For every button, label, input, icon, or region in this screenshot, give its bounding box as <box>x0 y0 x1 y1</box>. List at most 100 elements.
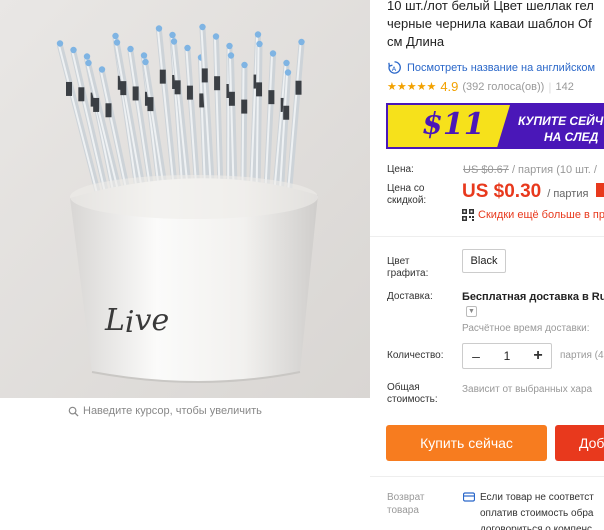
returns-label: Возврат товара <box>387 492 425 516</box>
refill-band <box>93 97 100 112</box>
minus-button[interactable]: – <box>469 348 483 364</box>
chevron-down-icon[interactable]: ▼ <box>466 306 477 317</box>
product-page: Live Наведите курсор, чтобы увеличить 10… <box>0 0 604 530</box>
total-label: Общая стоимость: <box>387 382 438 405</box>
refill-tip <box>269 50 277 57</box>
cup-lettering: Live <box>104 303 169 340</box>
quantity-label: Количество: <box>387 350 444 361</box>
qr-code-icon <box>462 209 474 221</box>
refill-band <box>174 80 181 95</box>
banner-text-line: НА СЛЕД <box>544 130 599 144</box>
product-title: 10 шт./лот белый Цвет шеллак гел черные … <box>387 0 604 51</box>
rating-row: ★★★★★ 4.9 (392 голоса(ов)) | 142 <box>387 79 574 94</box>
refill-band <box>105 103 112 118</box>
refill-tip <box>226 42 233 50</box>
refill-tip <box>56 40 64 47</box>
refill-tip <box>184 44 191 52</box>
more-discount-text: Скидки ещё больше в пр <box>478 209 604 221</box>
refill-tip <box>170 38 178 45</box>
price-old: US $0.67 / партия (10 шт. / <box>463 164 597 176</box>
refill-tip <box>70 46 77 54</box>
product-photo: Live <box>0 0 370 398</box>
refill-tip <box>283 59 290 67</box>
refill-tip <box>227 52 235 59</box>
promo-banner[interactable]: $11 КУПИТЕ СЕЙЧ НА СЛЕД <box>386 103 604 149</box>
refill-tip <box>140 52 148 59</box>
refill-tip <box>113 39 121 46</box>
rating-votes[interactable]: (392 голоса(ов)) <box>462 81 544 93</box>
refill-tip <box>254 31 262 38</box>
translate-icon: A <box>388 61 401 74</box>
refill-tip <box>98 66 106 73</box>
color-label: Цвет графита: <box>387 256 429 279</box>
refill-tip <box>85 59 92 67</box>
refill-tip <box>256 40 263 48</box>
orders-count: 142 <box>555 80 574 93</box>
plus-button[interactable]: + <box>531 347 545 365</box>
shipping-label: Доставка: <box>387 291 433 302</box>
quantity-unit: партия (4 <box>560 350 604 361</box>
refill-tip <box>142 58 149 66</box>
refill-band <box>120 81 127 96</box>
refill-tip <box>298 38 305 46</box>
quantity-stepper: – 1 + <box>462 343 552 369</box>
refill-band <box>132 86 139 101</box>
refill-tip <box>112 32 119 40</box>
price-label: Цена: <box>387 164 414 175</box>
refill-band <box>268 90 275 105</box>
zoom-hint: Наведите курсор, чтобы увеличить <box>68 405 262 417</box>
rating-score: 4.9 <box>440 79 459 94</box>
add-to-cart-button[interactable]: Доб <box>555 425 604 461</box>
svg-text:A: A <box>392 65 397 73</box>
price-old-value: US $0.67 <box>463 164 509 176</box>
refill-tip <box>284 69 292 76</box>
refill-band <box>78 87 85 102</box>
price-old-extra: (10 шт. / <box>556 164 597 176</box>
title-line: 10 шт./лот белый Цвет шеллак гел <box>387 0 594 13</box>
buy-now-button[interactable]: Купить сейчас <box>386 425 547 461</box>
refill-band <box>147 97 154 112</box>
divider <box>370 476 604 477</box>
star-rating-icon: ★★★★★ <box>387 81 437 93</box>
refill-band <box>241 99 248 114</box>
title-line: см Длина <box>387 34 445 49</box>
returns-line: договориться о компенс <box>480 524 593 530</box>
refill-tip <box>169 31 176 39</box>
refill-band <box>214 76 221 91</box>
discount-price-label: Цена со скидкой: <box>387 183 427 206</box>
refill-tip <box>199 23 206 31</box>
refill-band <box>295 80 302 95</box>
refill-tip <box>212 33 220 40</box>
total-value: Зависит от выбранных хара <box>462 384 593 395</box>
shield-card-icon <box>463 492 475 502</box>
price-new-unit: / партия <box>547 188 589 200</box>
refill-tip <box>241 61 248 69</box>
refill-band <box>186 85 193 100</box>
divider: | <box>548 79 552 94</box>
price-old-unit: / партия <box>511 164 554 176</box>
more-discount-link[interactable]: Скидки ещё больше в пр <box>462 209 604 221</box>
coupon-tag-icon[interactable] <box>596 183 604 197</box>
color-option-black[interactable]: Black <box>462 249 506 273</box>
refill-band <box>228 91 235 106</box>
refill-tip <box>155 25 163 32</box>
title-line: черные чернила каваи шаблон Of <box>387 16 592 31</box>
returns-line: оплатив стоимость обра <box>480 508 594 519</box>
shipping-value[interactable]: Бесплатная доставка в Ru <box>462 291 604 303</box>
magnifier-icon <box>68 406 79 417</box>
translate-link[interactable]: A Посмотреть название на английском <box>387 60 595 75</box>
quantity-input[interactable]: 1 <box>504 349 511 363</box>
refill-band <box>283 105 290 120</box>
price-new-value: US $0.30 <box>462 181 542 202</box>
banner-text: КУПИТЕ СЕЙЧ НА СЛЕД <box>518 113 603 145</box>
refill-tip <box>83 53 91 60</box>
refill-band <box>201 68 208 83</box>
divider <box>370 236 604 237</box>
refill-tip <box>127 45 134 53</box>
zoom-hint-text: Наведите курсор, чтобы увеличить <box>83 405 262 417</box>
shipping-time: Расчётное время доставки: <box>462 323 590 334</box>
product-image[interactable]: Live <box>0 0 370 398</box>
refill-band <box>256 82 263 97</box>
price-new: US $0.30 / партия <box>462 181 604 203</box>
refill-band <box>159 69 166 84</box>
